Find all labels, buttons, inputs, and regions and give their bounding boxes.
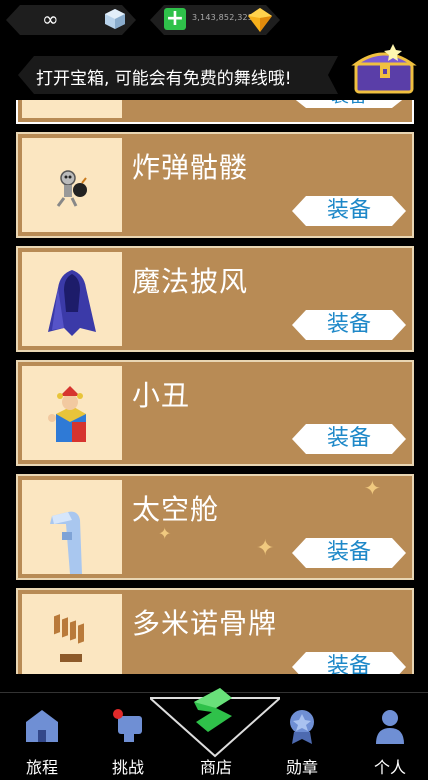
item-thumbnail: [22, 100, 122, 118]
equip-button[interactable]: 装备: [292, 310, 406, 340]
equip-button[interactable]: 装备: [292, 196, 406, 226]
list-item-partial: 装备: [16, 100, 414, 124]
item-name: 太空舱: [132, 493, 220, 526]
profile-icon: [376, 710, 404, 744]
magic-cloak-icon: [48, 270, 96, 336]
promo-banner-text: 打开宝箱, 可能会有免费的舞线哦!: [36, 69, 292, 89]
space-capsule-icon: [50, 511, 82, 574]
list-item: 魔法披风 装备: [16, 246, 414, 352]
nav-medals[interactable]: 勋章: [272, 706, 332, 778]
treasure-chest-icon[interactable]: [350, 42, 422, 96]
infinity-icon: ∞: [42, 7, 59, 31]
list-item: 太空舱 装备 ✦ ✦ ✦: [16, 474, 414, 580]
journey-icon: [26, 710, 58, 742]
equip-button[interactable]: 装备: [292, 100, 406, 108]
sparkle-icon: ✦: [256, 536, 275, 561]
top-status-bar: ∞ + 3,143,852,325: [0, 0, 428, 42]
item-thumbnail: [22, 366, 122, 460]
item-name: 多米诺骨牌: [132, 607, 278, 640]
list-item: 小丑 装备: [16, 360, 414, 466]
nav-journey[interactable]: 旅程: [12, 706, 72, 778]
nav-shop[interactable]: 商店: [186, 706, 246, 778]
item-thumbnail: [22, 252, 122, 346]
jester-box-icon: [48, 386, 86, 442]
add-gems-button[interactable]: +: [164, 8, 186, 30]
item-thumbnail: [22, 594, 122, 674]
equip-button[interactable]: 装备: [292, 424, 406, 454]
item-thumbnail: [22, 138, 122, 232]
sparkle-icon: ✦: [364, 476, 381, 500]
item-name: 炸弹骷髅: [132, 151, 249, 184]
ice-cube-icon: [105, 9, 125, 29]
list-item: 多米诺骨牌 装备: [16, 588, 414, 674]
item-name: 魔法披风: [132, 265, 249, 298]
item-thumbnail: [22, 480, 122, 574]
gem-icon: [248, 8, 272, 32]
nav-label: 个人: [373, 758, 406, 777]
item-list[interactable]: 装备 炸弹骷髅 装备 魔法披风 装: [0, 100, 428, 674]
list-item: 炸弹骷髅 装备: [16, 132, 414, 238]
bomb-skeleton-icon: [56, 170, 87, 207]
nav-label: 商店: [199, 758, 232, 777]
nav-label: 挑战: [111, 758, 144, 777]
equip-button[interactable]: 装备: [292, 652, 406, 674]
domino-icon: [54, 614, 84, 662]
nav-profile[interactable]: 个人: [360, 706, 420, 778]
challenge-icon: [113, 709, 142, 742]
nav-label: 勋章: [285, 758, 318, 777]
item-name: 小丑: [132, 379, 191, 412]
nav-label: 旅程: [25, 758, 58, 777]
nav-challenge[interactable]: 挑战: [98, 706, 158, 778]
equip-button[interactable]: 装备: [292, 538, 406, 568]
sparkle-icon: ✦: [158, 524, 172, 543]
gem-count: 3,143,852,325: [192, 13, 254, 22]
medal-icon: [290, 710, 314, 744]
